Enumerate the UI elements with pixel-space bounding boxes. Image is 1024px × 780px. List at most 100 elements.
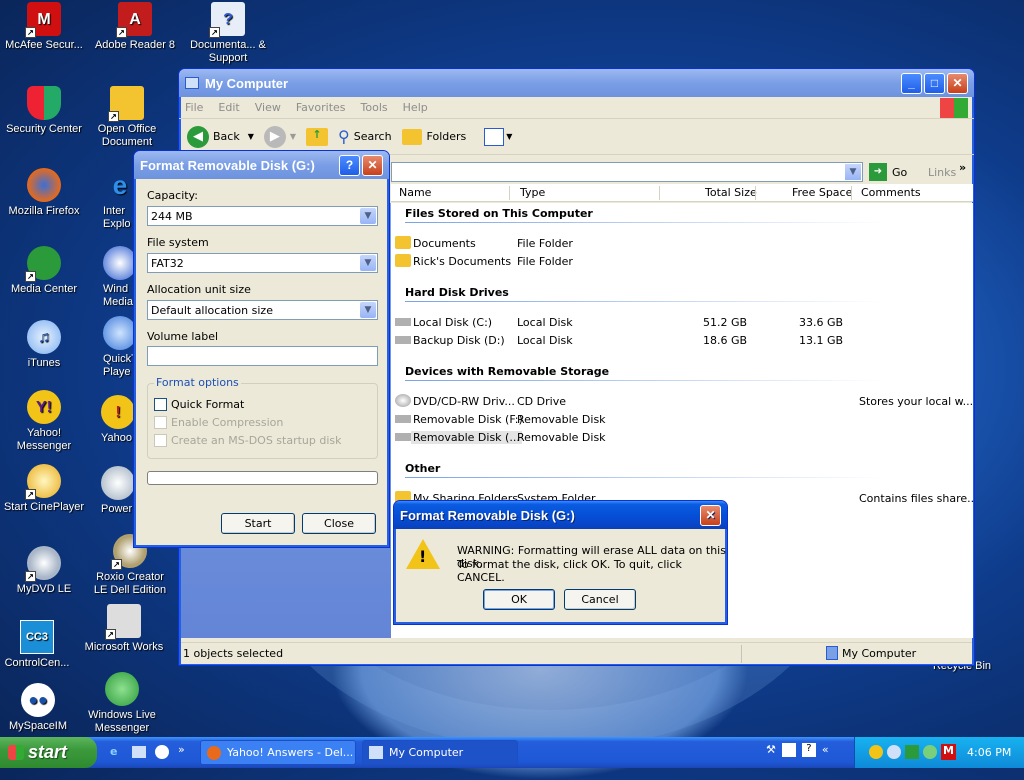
chevron-right-icon[interactable]: » — [178, 743, 185, 756]
chevron-right-icon[interactable]: » — [959, 161, 966, 174]
itunes-tray-icon[interactable] — [887, 745, 901, 759]
menu-view[interactable]: View — [255, 101, 281, 114]
desktop-icon-live-messenger[interactable]: Windows Live Messenger — [80, 672, 164, 735]
column-comments[interactable]: Comments — [861, 186, 921, 199]
maximize-button[interactable]: □ — [924, 72, 945, 94]
tools-icon[interactable]: ⚒ — [766, 743, 776, 757]
desktop-icon-myspaceim[interactable]: ●● MySpaceIM — [0, 683, 80, 733]
folders-button[interactable]: Folders — [401, 128, 466, 145]
clock[interactable]: 4:06 PM — [967, 746, 1011, 759]
desktop-icon-yahoo-messenger[interactable]: Y! Yahoo! Messenger — [2, 390, 86, 453]
yahoo-tray-icon[interactable] — [869, 745, 883, 759]
media-player-icon — [103, 246, 137, 280]
menu-tools[interactable]: Tools — [361, 101, 388, 114]
cancel-button[interactable]: Cancel — [564, 589, 636, 610]
column-type[interactable]: Type — [520, 186, 545, 199]
desktop-icon-mcafee[interactable]: M ↗ McAfee Secur... — [2, 2, 86, 52]
desktop-icon-security-center[interactable]: Security Center — [2, 86, 86, 136]
compression-checkbox[interactable] — [154, 416, 167, 429]
list-item[interactable]: Backup Disk (D:) Local Disk 18.6 GB 13.1… — [395, 332, 973, 349]
my-computer-titlebar[interactable]: My Computer _ □ ✕ — [179, 69, 974, 97]
address-input[interactable]: ▼ — [391, 162, 863, 182]
list-item-selected[interactable]: Removable Disk (... Removable Disk — [395, 429, 973, 446]
desktop-icon-cineplayer[interactable]: ↗ Start CinePlayer — [2, 464, 86, 514]
desktop-icon-documentation[interactable]: ? ↗ Documenta... & Support — [186, 2, 270, 65]
quick-launch-ie-icon[interactable]: e — [110, 745, 117, 758]
list-item[interactable]: Removable Disk (F:) Removable Disk — [395, 411, 973, 428]
file-system-select[interactable]: FAT32 ▼ — [147, 253, 378, 273]
desktop-icon-media-center[interactable]: ↗ Media Center — [2, 246, 86, 296]
go-arrow-icon: ➜ — [869, 163, 887, 181]
mcafee-tray-icon[interactable]: M — [941, 744, 956, 760]
quick-launch-media-icon[interactable] — [155, 745, 169, 759]
menu-help[interactable]: Help — [403, 101, 428, 114]
taskbar-item-yahoo-answers[interactable]: Yahoo! Answers - Del... — [200, 740, 356, 765]
desktop-icon-itunes[interactable]: ♫ iTunes — [2, 320, 86, 370]
removable-disk-icon — [395, 415, 411, 423]
warning-titlebar[interactable]: Format Removable Disk (G:) ✕ — [394, 501, 727, 529]
desktop-icon-mydvd[interactable]: ↗ MyDVD LE — [2, 546, 86, 596]
minimize-button[interactable]: _ — [901, 72, 922, 94]
network-icon[interactable] — [781, 743, 796, 757]
quick-format-label[interactable]: Quick Format — [171, 398, 244, 411]
format-dialog: Format Removable Disk (G:) ? ✕ Capacity:… — [133, 150, 390, 548]
list-item[interactable]: Local Disk (C:) Local Disk 51.2 GB 33.6 … — [395, 314, 973, 331]
close-button[interactable]: ✕ — [947, 72, 968, 94]
status-text: 1 objects selected — [183, 647, 284, 660]
file-system-label: File system — [147, 236, 209, 249]
column-free-space[interactable]: Free Space — [792, 186, 852, 199]
windows-flag-icon — [8, 745, 24, 760]
close-dialog-button[interactable]: Close — [302, 513, 376, 534]
warning-exclamation: ! — [419, 547, 427, 566]
shield-icon — [27, 86, 61, 120]
menu-file[interactable]: File — [185, 101, 203, 114]
close-button[interactable]: ✕ — [362, 154, 383, 176]
allocation-select[interactable]: Default allocation size ▼ — [147, 300, 378, 320]
dialog-title: Format Removable Disk (G:) — [140, 157, 315, 173]
desktop-icon-controlcenter[interactable]: CC3 ControlCen... — [0, 620, 79, 670]
desktop-icon-works[interactable]: ↗ Microsoft Works — [82, 604, 166, 654]
go-button[interactable]: ➜ Go — [869, 163, 907, 181]
msdos-startup-checkbox[interactable] — [154, 434, 167, 447]
messenger-tray-icon[interactable] — [923, 745, 937, 759]
chevron-down-icon: ▼ — [289, 132, 297, 141]
help-button[interactable]: ? — [339, 154, 360, 176]
chevron-left-icon[interactable]: « — [822, 743, 829, 757]
start-button[interactable]: start — [0, 737, 97, 768]
address-dropdown-icon[interactable]: ▼ — [845, 164, 861, 180]
list-item[interactable]: DVD/CD-RW Driv... CD Drive Stores your l… — [395, 393, 973, 410]
menu-edit[interactable]: Edit — [218, 101, 239, 114]
capacity-label: Capacity: — [147, 189, 198, 202]
help-icon[interactable]: ? — [801, 743, 816, 757]
desktop-icon-firefox[interactable]: Mozilla Firefox — [2, 168, 86, 218]
forward-button[interactable]: ▶ ▼ — [263, 125, 297, 148]
views-button[interactable]: ▼ — [484, 127, 512, 146]
desktop-icon-open-office[interactable]: ↗ Open Office Document — [85, 86, 169, 149]
group-header: Devices with Removable Storage — [405, 365, 610, 378]
capacity-select[interactable]: 244 MB ▼ — [147, 206, 378, 226]
close-button[interactable]: ✕ — [700, 504, 721, 526]
folders-icon — [401, 128, 422, 145]
back-button[interactable]: ◀ Back ▼ — [187, 125, 254, 148]
group-header: Other — [405, 462, 441, 475]
format-dialog-titlebar[interactable]: Format Removable Disk (G:) ? ✕ — [134, 151, 389, 179]
column-name[interactable]: Name — [399, 186, 431, 199]
links-label[interactable]: Links — [928, 166, 956, 179]
menu-favorites[interactable]: Favorites — [296, 101, 346, 114]
column-total-size[interactable]: Total Size — [705, 186, 757, 199]
status-location: My Computer — [842, 647, 917, 660]
up-folder-button[interactable]: ↑ — [306, 127, 329, 146]
chevron-down-icon: ▼ — [360, 302, 376, 318]
ok-button[interactable]: OK — [483, 589, 555, 610]
list-item[interactable]: Rick's Documents File Folder — [395, 253, 973, 270]
desktop-icon-adobe-reader[interactable]: A ↗ Adobe Reader 8 — [93, 2, 177, 52]
quick-format-checkbox[interactable] — [154, 398, 167, 411]
taskbar-item-my-computer[interactable]: My Computer — [362, 740, 518, 765]
search-button[interactable]: ⚲ Search — [338, 127, 392, 146]
quick-launch-desktop-icon[interactable] — [132, 746, 146, 758]
start-button[interactable]: Start — [221, 513, 295, 534]
list-item[interactable]: Documents File Folder — [395, 235, 973, 252]
chevron-down-icon: ▼ — [247, 132, 254, 141]
security-tray-icon[interactable] — [905, 745, 919, 759]
volume-label-input[interactable] — [147, 346, 378, 366]
